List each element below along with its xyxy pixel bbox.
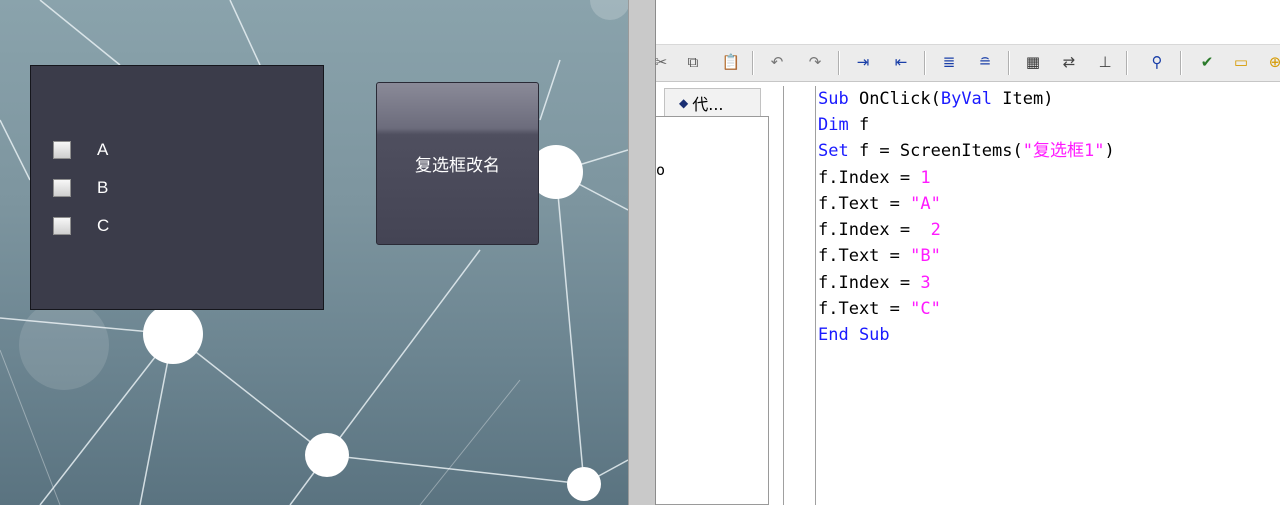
code-line: f.Text = "B" [818,246,941,266]
window-separator [628,0,656,505]
checkbox-label: B [97,178,109,197]
truncated-list-text: o [656,161,666,179]
new-icon[interactable]: ⊕ [1264,51,1280,73]
redo-icon[interactable]: ↷ [804,51,826,73]
object-list[interactable]: o [656,116,769,505]
folder-icon[interactable]: ▭ [1230,51,1252,73]
rename-checkbox-button[interactable]: 复选框改名 [376,82,539,245]
checkbox-box[interactable] [53,217,71,235]
code-line: Set f = ScreenItems("复选框1") [818,141,1115,161]
code-line: Sub OnClick(ByVal Item) [818,89,1054,109]
undo-icon[interactable]: ↶ [766,51,788,73]
script-editor-window: ✂ ⧉ 📋 ↶ ↷ ⇥ ⇤ ≣ ≘ ▦ ⇄ ⊥ ⚲ ✔ ▭ ⊕ ◆ 代... o… [655,0,1280,505]
checkbox-box[interactable] [53,141,71,159]
object-browser-pane: ◆ 代... o [656,86,769,505]
uncomment-icon[interactable]: ≘ [974,51,996,73]
indent-icon[interactable]: ⇥ [852,51,874,73]
code-line: f.Index = 3 [818,273,931,293]
editor-toolbar: ✂ ⧉ 📋 ↶ ↷ ⇥ ⇤ ≣ ≘ ▦ ⇄ ⊥ ⚲ ✔ ▭ ⊕ [655,44,1280,82]
copy-icon[interactable]: ⧉ [682,51,704,73]
checkbox-label: A [97,140,109,159]
replace-icon[interactable]: ⇄ [1058,51,1080,73]
code-line: f.Index = 2 [818,220,941,240]
code-editor[interactable]: Sub OnClick(ByVal Item) Dim f Set f = Sc… [818,86,1280,505]
checkbox-box[interactable] [53,179,71,197]
code-line: f.Text = "C" [818,299,941,319]
outdent-icon[interactable]: ⇤ [890,51,912,73]
tab-code-label: 代... [692,94,724,114]
code-line: f.Text = "A" [818,194,941,214]
comment-icon[interactable]: ≣ [938,51,960,73]
checkbox-item-a[interactable]: A [53,139,108,161]
rename-button-label: 复选框改名 [415,156,500,176]
tab-code[interactable]: ◆ 代... [664,88,761,116]
code-line: Dim f [818,115,870,135]
code-line: f.Index = 1 [818,168,931,188]
code-line: End Sub [818,325,890,345]
checkbox-item-b[interactable]: B [53,177,108,199]
cut-icon[interactable]: ✂ [650,51,672,73]
check-icon[interactable]: ✔ [1196,51,1218,73]
find-icon[interactable]: ▦ [1022,51,1044,73]
tools-icon[interactable]: ⚲ [1146,51,1168,73]
code-gutter [783,86,816,505]
bookmark-icon[interactable]: ⊥ [1094,51,1116,73]
code-tab-icon: ◆ [679,95,689,110]
checkbox-item-c[interactable]: C [53,215,109,237]
checkbox-label: C [97,216,110,235]
paste-icon[interactable]: 📋 [720,51,742,73]
checkbox-group: A B C [30,65,324,310]
hmi-runtime-screen: A B C 复选框改名 [0,0,628,505]
